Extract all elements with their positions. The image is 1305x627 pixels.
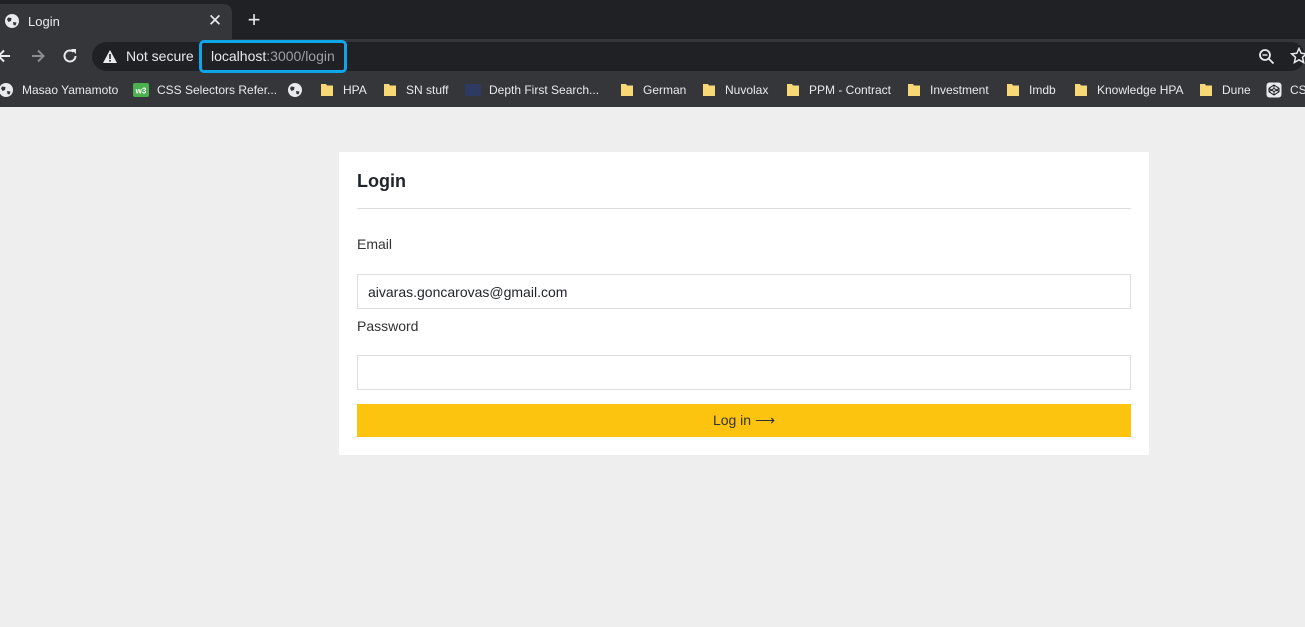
password-label: Password (357, 318, 419, 334)
url-host: localhost (211, 48, 267, 64)
bookmark-label: PPM - Contract (809, 83, 892, 97)
bookmark-investment[interactable]: Investment (906, 80, 989, 100)
bookmark-nuvolax[interactable]: Nuvolax (701, 80, 768, 100)
folder-icon (1075, 84, 1087, 96)
tab-login[interactable]: Login ✕ (0, 4, 232, 39)
bookmark-imdb[interactable]: Imdb (1005, 80, 1056, 100)
divider (357, 208, 1131, 209)
folder-icon (908, 84, 920, 96)
bookmark-depth-first-search[interactable]: Depth First Search... (465, 80, 599, 100)
bookmark-label: CS (1290, 83, 1305, 97)
bookmark-sn-stuff[interactable]: SN stuff (382, 80, 448, 100)
folder-icon (621, 84, 633, 96)
bookmark-label: Nuvolax (725, 83, 769, 97)
folder-icon (384, 84, 396, 96)
login-button[interactable]: Log in ⟶ (357, 404, 1131, 437)
warning-icon[interactable] (102, 49, 118, 64)
url-text[interactable]: localhost:3000/login (211, 48, 335, 64)
bookmark-dune[interactable]: Dune (1198, 80, 1251, 100)
bookmark-icon (465, 84, 481, 96)
new-tab-button[interactable]: + (244, 9, 264, 31)
bookmarks-bar: Masao Yamamoto w3 CSS Selectors Refer...… (0, 73, 1305, 107)
bookmark-ppm-contract[interactable]: PPM - Contract (785, 80, 891, 100)
folder-icon (1007, 84, 1019, 96)
tab-strip: Login ✕ + (0, 0, 1305, 39)
zoom-icon[interactable] (1258, 48, 1275, 65)
password-field[interactable] (357, 355, 1131, 390)
address-bar[interactable]: Not secure localhost:3000/login (92, 40, 1305, 73)
bookmark-knowledge-hpa[interactable]: Knowledge HPA (1073, 80, 1184, 100)
globe-icon (288, 83, 302, 97)
bookmark-label: Dune (1222, 83, 1251, 97)
bookmark-globe[interactable] (287, 80, 311, 100)
close-icon[interactable]: ✕ (205, 11, 225, 31)
w3-icon: w3 (133, 83, 149, 97)
url-path: :3000/login (266, 48, 335, 64)
reload-icon[interactable] (60, 46, 80, 66)
tab-title: Login (28, 14, 60, 29)
bookmark-label: Depth First Search... (489, 83, 600, 97)
email-field[interactable] (357, 274, 1131, 309)
folder-icon (703, 84, 715, 96)
bookmark-css-selectors[interactable]: w3 CSS Selectors Refer... (133, 80, 277, 100)
login-card: Login Email Password Log in ⟶ (339, 152, 1149, 455)
globe-icon (0, 83, 13, 97)
toolbar: Not secure localhost:3000/login (0, 39, 1305, 73)
folder-icon (1200, 84, 1212, 96)
folder-icon (321, 84, 333, 96)
bookmark-cs[interactable]: CS (1266, 80, 1305, 100)
star-icon[interactable] (1290, 47, 1305, 65)
bookmark-masao-yamamoto[interactable]: Masao Yamamoto (0, 80, 118, 100)
bookmark-label: Masao Yamamoto (22, 83, 119, 97)
bookmark-label: Investment (930, 83, 989, 97)
bookmark-hpa[interactable]: HPA (319, 80, 367, 100)
back-arrow-icon[interactable] (0, 46, 14, 66)
bookmark-label: HPA (343, 83, 367, 97)
bookmark-label: Knowledge HPA (1097, 83, 1184, 97)
forward-arrow-icon[interactable] (28, 46, 48, 66)
page-title: Login (357, 171, 406, 191)
security-label[interactable]: Not secure (126, 48, 194, 64)
email-label: Email (357, 236, 393, 252)
bookmark-label: CSS Selectors Refer... (157, 83, 278, 97)
bookmark-label: SN stuff (406, 83, 449, 97)
folder-icon (787, 84, 799, 96)
codepen-icon (1266, 82, 1282, 98)
svg-text:w3: w3 (135, 87, 147, 96)
globe-icon (5, 14, 19, 28)
bookmark-german[interactable]: German (619, 80, 686, 100)
bookmark-label: German (643, 83, 687, 97)
bookmark-label: Imdb (1029, 83, 1056, 97)
